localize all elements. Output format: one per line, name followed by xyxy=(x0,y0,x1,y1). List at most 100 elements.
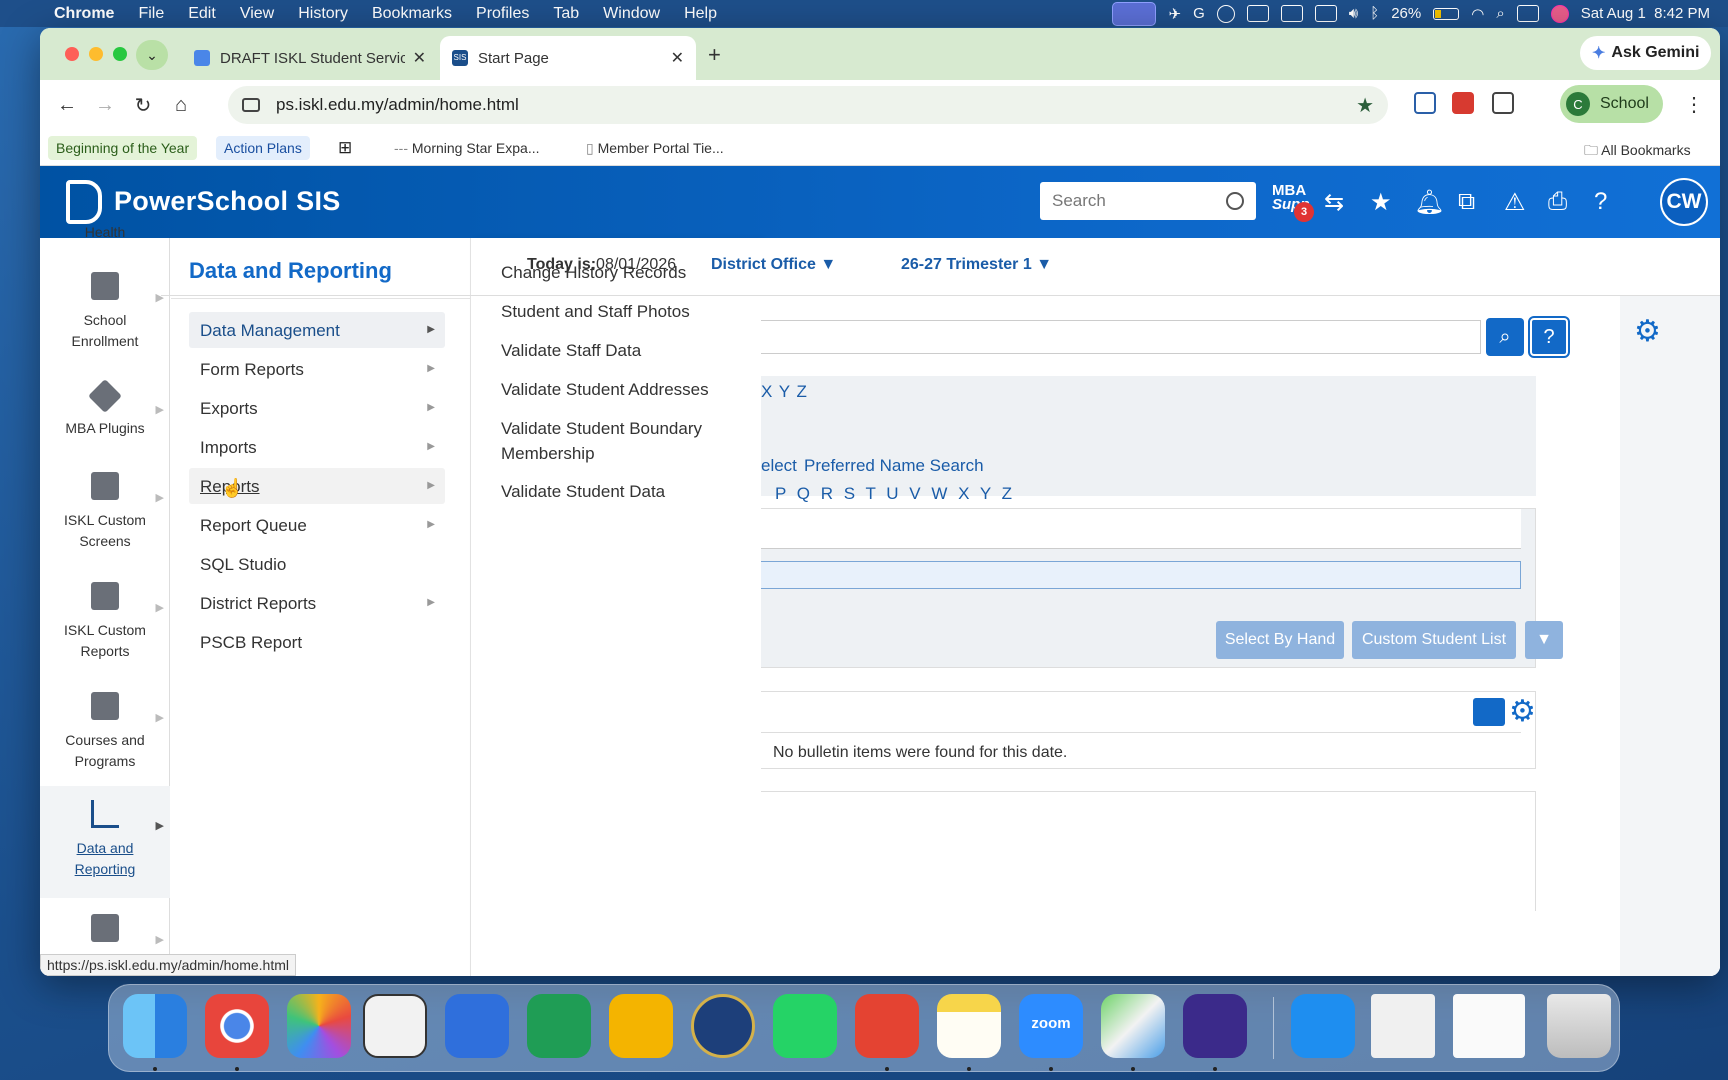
control-center-icon[interactable] xyxy=(1516,5,1539,22)
calendar-icon[interactable] xyxy=(1473,698,1505,726)
whatsapp-icon[interactable] xyxy=(773,994,837,1058)
nav-data-and-reporting[interactable]: Data and Reporting ▶ xyxy=(40,786,170,898)
todoist-icon[interactable] xyxy=(855,994,919,1058)
menu-exports[interactable]: Exports ▶ xyxy=(189,390,445,426)
spotlight-search-icon[interactable]: ⌕ xyxy=(1496,5,1504,22)
menu-imports[interactable]: Imports ▶ xyxy=(189,429,445,465)
stack-icon[interactable] xyxy=(1280,5,1303,22)
nav-iskl-custom-screens[interactable]: ISKL Custom Screens ▶ xyxy=(40,472,170,572)
nav-mba-plugins[interactable]: MBA Plugins ▶ xyxy=(40,379,170,464)
site-info-icon[interactable] xyxy=(242,98,260,112)
google-slides-icon[interactable] xyxy=(609,994,673,1058)
submenu-validate-staff-data[interactable]: Validate Staff Data xyxy=(501,338,741,363)
trash-icon[interactable] xyxy=(1547,994,1611,1058)
volume-icon[interactable]: 🔊︎ xyxy=(1349,5,1358,22)
tab-draft-doc[interactable]: DRAFT ISKL Student Services ✕ xyxy=(182,36,438,80)
menu-app-name[interactable]: Chrome xyxy=(48,5,126,23)
student-search-field[interactable] xyxy=(761,320,1481,354)
profile-chip[interactable]: C School xyxy=(1560,85,1663,123)
user-avatar[interactable]: CW xyxy=(1660,178,1708,226)
chrome-menu-icon[interactable]: ⋮ xyxy=(1684,92,1704,117)
bookmark-beginning-of-year[interactable]: Beginning of the Year xyxy=(48,136,198,160)
menu-profiles[interactable]: Profiles xyxy=(464,5,541,23)
menu-clock[interactable]: Sat Aug 1 8:42 PM xyxy=(1581,5,1710,22)
menu-data-management[interactable]: Data Management ▶ xyxy=(189,312,445,348)
bookmark-action-plans[interactable]: Action Plans xyxy=(216,136,310,160)
pdf-document-icon[interactable] xyxy=(1371,994,1435,1058)
advanced-select-link[interactable]: elect xyxy=(761,456,797,476)
nav-health[interactable]: Health xyxy=(40,222,170,248)
chrome-icon[interactable] xyxy=(205,994,269,1058)
bookmark-morning-star[interactable]: --- Morning Star Expa... xyxy=(386,136,548,160)
menu-view[interactable]: View xyxy=(228,5,286,23)
battery-icon[interactable] xyxy=(1433,7,1460,20)
bookmark-member-portal[interactable]: ▯ Member Portal Tie... xyxy=(578,136,732,161)
submenu-validate-student-addresses[interactable]: Validate Student Addresses xyxy=(501,377,741,402)
nav-more[interactable]: ▶ xyxy=(40,914,170,954)
close-tab-icon[interactable]: ✕ xyxy=(671,48,684,68)
menu-reports[interactable]: Reports ▶ ☝ xyxy=(189,468,445,504)
reload-icon[interactable]: ↻ xyxy=(124,93,162,118)
menu-help[interactable]: Help xyxy=(672,5,729,23)
airplane-icon[interactable]: ✈ xyxy=(1168,5,1181,23)
forward-arrow-icon[interactable]: → xyxy=(86,94,124,117)
nav-school-enrollment[interactable]: School Enrollment ▶ xyxy=(40,272,170,372)
close-tab-icon[interactable]: ✕ xyxy=(413,48,426,68)
preferred-name-search-link[interactable]: Preferred Name Search xyxy=(804,456,984,476)
screen-share-icon[interactable] xyxy=(1112,1,1157,26)
menu-edit[interactable]: Edit xyxy=(176,5,228,23)
bluetooth-icon[interactable]: ᛒ xyxy=(1370,5,1379,22)
menu-history[interactable]: History xyxy=(286,5,360,23)
grammarly-app-icon[interactable] xyxy=(1183,994,1247,1058)
powerschool-logo-icon[interactable] xyxy=(66,180,102,224)
extension-upload-icon[interactable] xyxy=(1414,92,1436,114)
alphabet-links-row2[interactable]: P Q R S T U V W X Y Z xyxy=(775,484,1013,504)
bookmark-star-icon[interactable]: ★ xyxy=(1356,93,1374,118)
maps-icon[interactable] xyxy=(1101,994,1165,1058)
menu-pscb-report[interactable]: PSCB Report xyxy=(189,624,445,660)
new-tab-button[interactable]: + xyxy=(708,42,721,68)
submenu-student-staff-photos[interactable]: Student and Staff Photos xyxy=(501,299,741,324)
menu-window[interactable]: Window xyxy=(591,5,672,23)
selection-input[interactable] xyxy=(761,561,1521,589)
submenu-validate-student-data[interactable]: Validate Student Data xyxy=(501,479,741,504)
custom-student-list-button[interactable]: Custom Student List xyxy=(1352,621,1516,659)
keynote-icon[interactable] xyxy=(363,994,427,1058)
close-window-button[interactable] xyxy=(65,47,79,61)
grammarly-icon[interactable]: G xyxy=(1193,5,1205,22)
tab-search-chevron-icon[interactable]: ⌄ xyxy=(136,40,168,70)
window-icon[interactable] xyxy=(1314,5,1337,22)
powerschool-brand[interactable]: PowerSchool SIS xyxy=(114,186,341,217)
tab-start-page[interactable]: SIS Start Page ✕ xyxy=(440,36,696,80)
google-docs-icon[interactable] xyxy=(445,994,509,1058)
menu-tab[interactable]: Tab xyxy=(541,5,591,23)
extensions-puzzle-icon[interactable] xyxy=(1492,92,1514,114)
menu-report-queue[interactable]: Report Queue ▶ xyxy=(189,507,445,543)
url-text[interactable]: ps.iskl.edu.my/admin/home.html xyxy=(276,95,519,115)
zoom-status-icon[interactable] xyxy=(1216,4,1235,23)
menu-form-reports[interactable]: Form Reports ▶ xyxy=(189,351,445,387)
message-icon[interactable] xyxy=(1246,5,1269,22)
all-bookmarks-folder[interactable]: 🗀 All Bookmarks xyxy=(1576,136,1699,168)
nav-courses-and-programs[interactable]: Courses and Programs ▶ xyxy=(40,692,170,792)
menu-file[interactable]: File xyxy=(126,5,176,23)
wifi-icon[interactable]: ◠ xyxy=(1471,5,1484,23)
app-store-icon[interactable] xyxy=(1291,994,1355,1058)
address-bar[interactable]: ps.iskl.edu.my/admin/home.html ★ xyxy=(228,86,1388,124)
page-settings-gear-icon[interactable]: ⚙ xyxy=(1634,314,1661,349)
menu-sql-studio[interactable]: SQL Studio xyxy=(189,546,445,582)
nav-iskl-custom-reports[interactable]: ISKL Custom Reports ▶ xyxy=(40,582,170,682)
menu-district-reports[interactable]: District Reports ▶ xyxy=(189,585,445,621)
menu-bookmarks[interactable]: Bookmarks xyxy=(360,5,464,23)
minimize-window-button[interactable] xyxy=(89,47,103,61)
back-arrow-icon[interactable]: ← xyxy=(48,94,86,117)
photos-icon[interactable] xyxy=(287,994,351,1058)
iskl-school-crest-icon[interactable] xyxy=(691,994,755,1058)
notes-icon[interactable] xyxy=(937,994,1001,1058)
home-icon[interactable]: ⌂ xyxy=(162,94,200,117)
apps-grid-icon[interactable]: ⊞ xyxy=(338,138,352,158)
search-help-icon[interactable]: ? xyxy=(1528,316,1570,358)
google-sheets-icon[interactable] xyxy=(527,994,591,1058)
zoom-window-button[interactable] xyxy=(113,47,127,61)
siri-icon[interactable] xyxy=(1550,4,1569,23)
